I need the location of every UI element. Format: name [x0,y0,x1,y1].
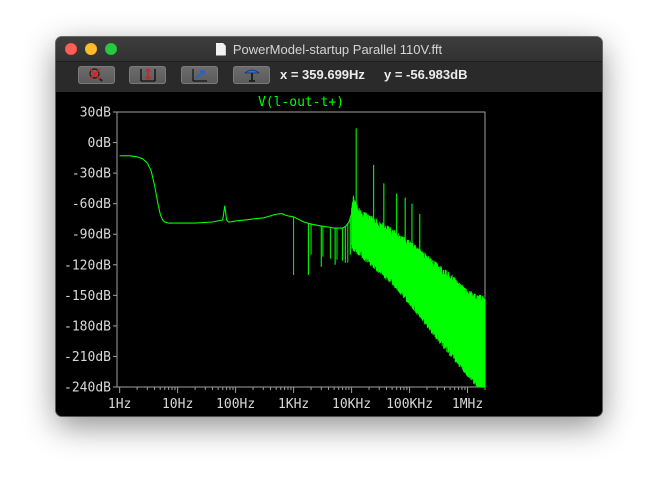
x-tick-label: 10KHz [332,397,371,412]
x-tick-label: 1Hz [108,397,131,412]
cursor-y-readout: y = -56.983dB [384,67,468,82]
zoom-cancel-icon [89,68,103,82]
y-tick-label: -150dB [64,289,111,304]
y-tick-label: -240dB [64,381,111,396]
fft-chart[interactable]: V(l-out-t+) 30dB 0dB -30dB -60dB -90dB -120dB -… [56,92,602,416]
probe-icon [243,69,261,82]
noise-band [351,195,486,387]
y-tick-label: -60dB [72,197,111,212]
window-title: PowerModel-startup Parallel 110V.fft [232,41,443,57]
title-bar[interactable]: PowerModel-startup Parallel 110V.fft [56,37,602,62]
x-tick-label: 1MHz [452,397,483,412]
toolbar: x = 359.699Hz y = -56.983dB [56,62,602,92]
x-tick-label: 100KHz [386,397,433,412]
y-tick-label: -210dB [64,350,111,365]
x-tick-label: 10Hz [162,397,193,412]
autorange-y-button[interactable] [129,66,166,84]
y-tick-label: 30dB [80,106,111,121]
y-tick-label: -120dB [64,258,111,273]
zoom-cancel-button[interactable] [78,66,115,84]
plot-frame [116,111,486,388]
x-tick-label: 1KHz [278,397,309,412]
y-tick-label: 0dB [88,136,112,151]
y-tick-label: -180dB [64,319,111,334]
y-tick-label: -90dB [72,228,111,243]
title-wrap: PowerModel-startup Parallel 110V.fft [56,37,602,61]
zoom-back-icon [192,69,207,82]
plot-area[interactable]: V(l-out-t+) 30dB 0dB -30dB -60dB -90dB -120dB -… [56,92,602,416]
zoom-back-button[interactable] [181,66,218,84]
x-tick-label: 100Hz [216,397,255,412]
document-icon [215,42,226,56]
cursor-x-readout: x = 359.699Hz [280,67,365,82]
fft-window: PowerModel-startup Parallel 110V.fft x =… [56,37,602,416]
y-tick-label: -30dB [72,167,111,182]
autorange-y-icon [140,68,156,82]
probe-button[interactable] [233,66,270,84]
chart-title: V(l-out-t+) [258,95,344,110]
